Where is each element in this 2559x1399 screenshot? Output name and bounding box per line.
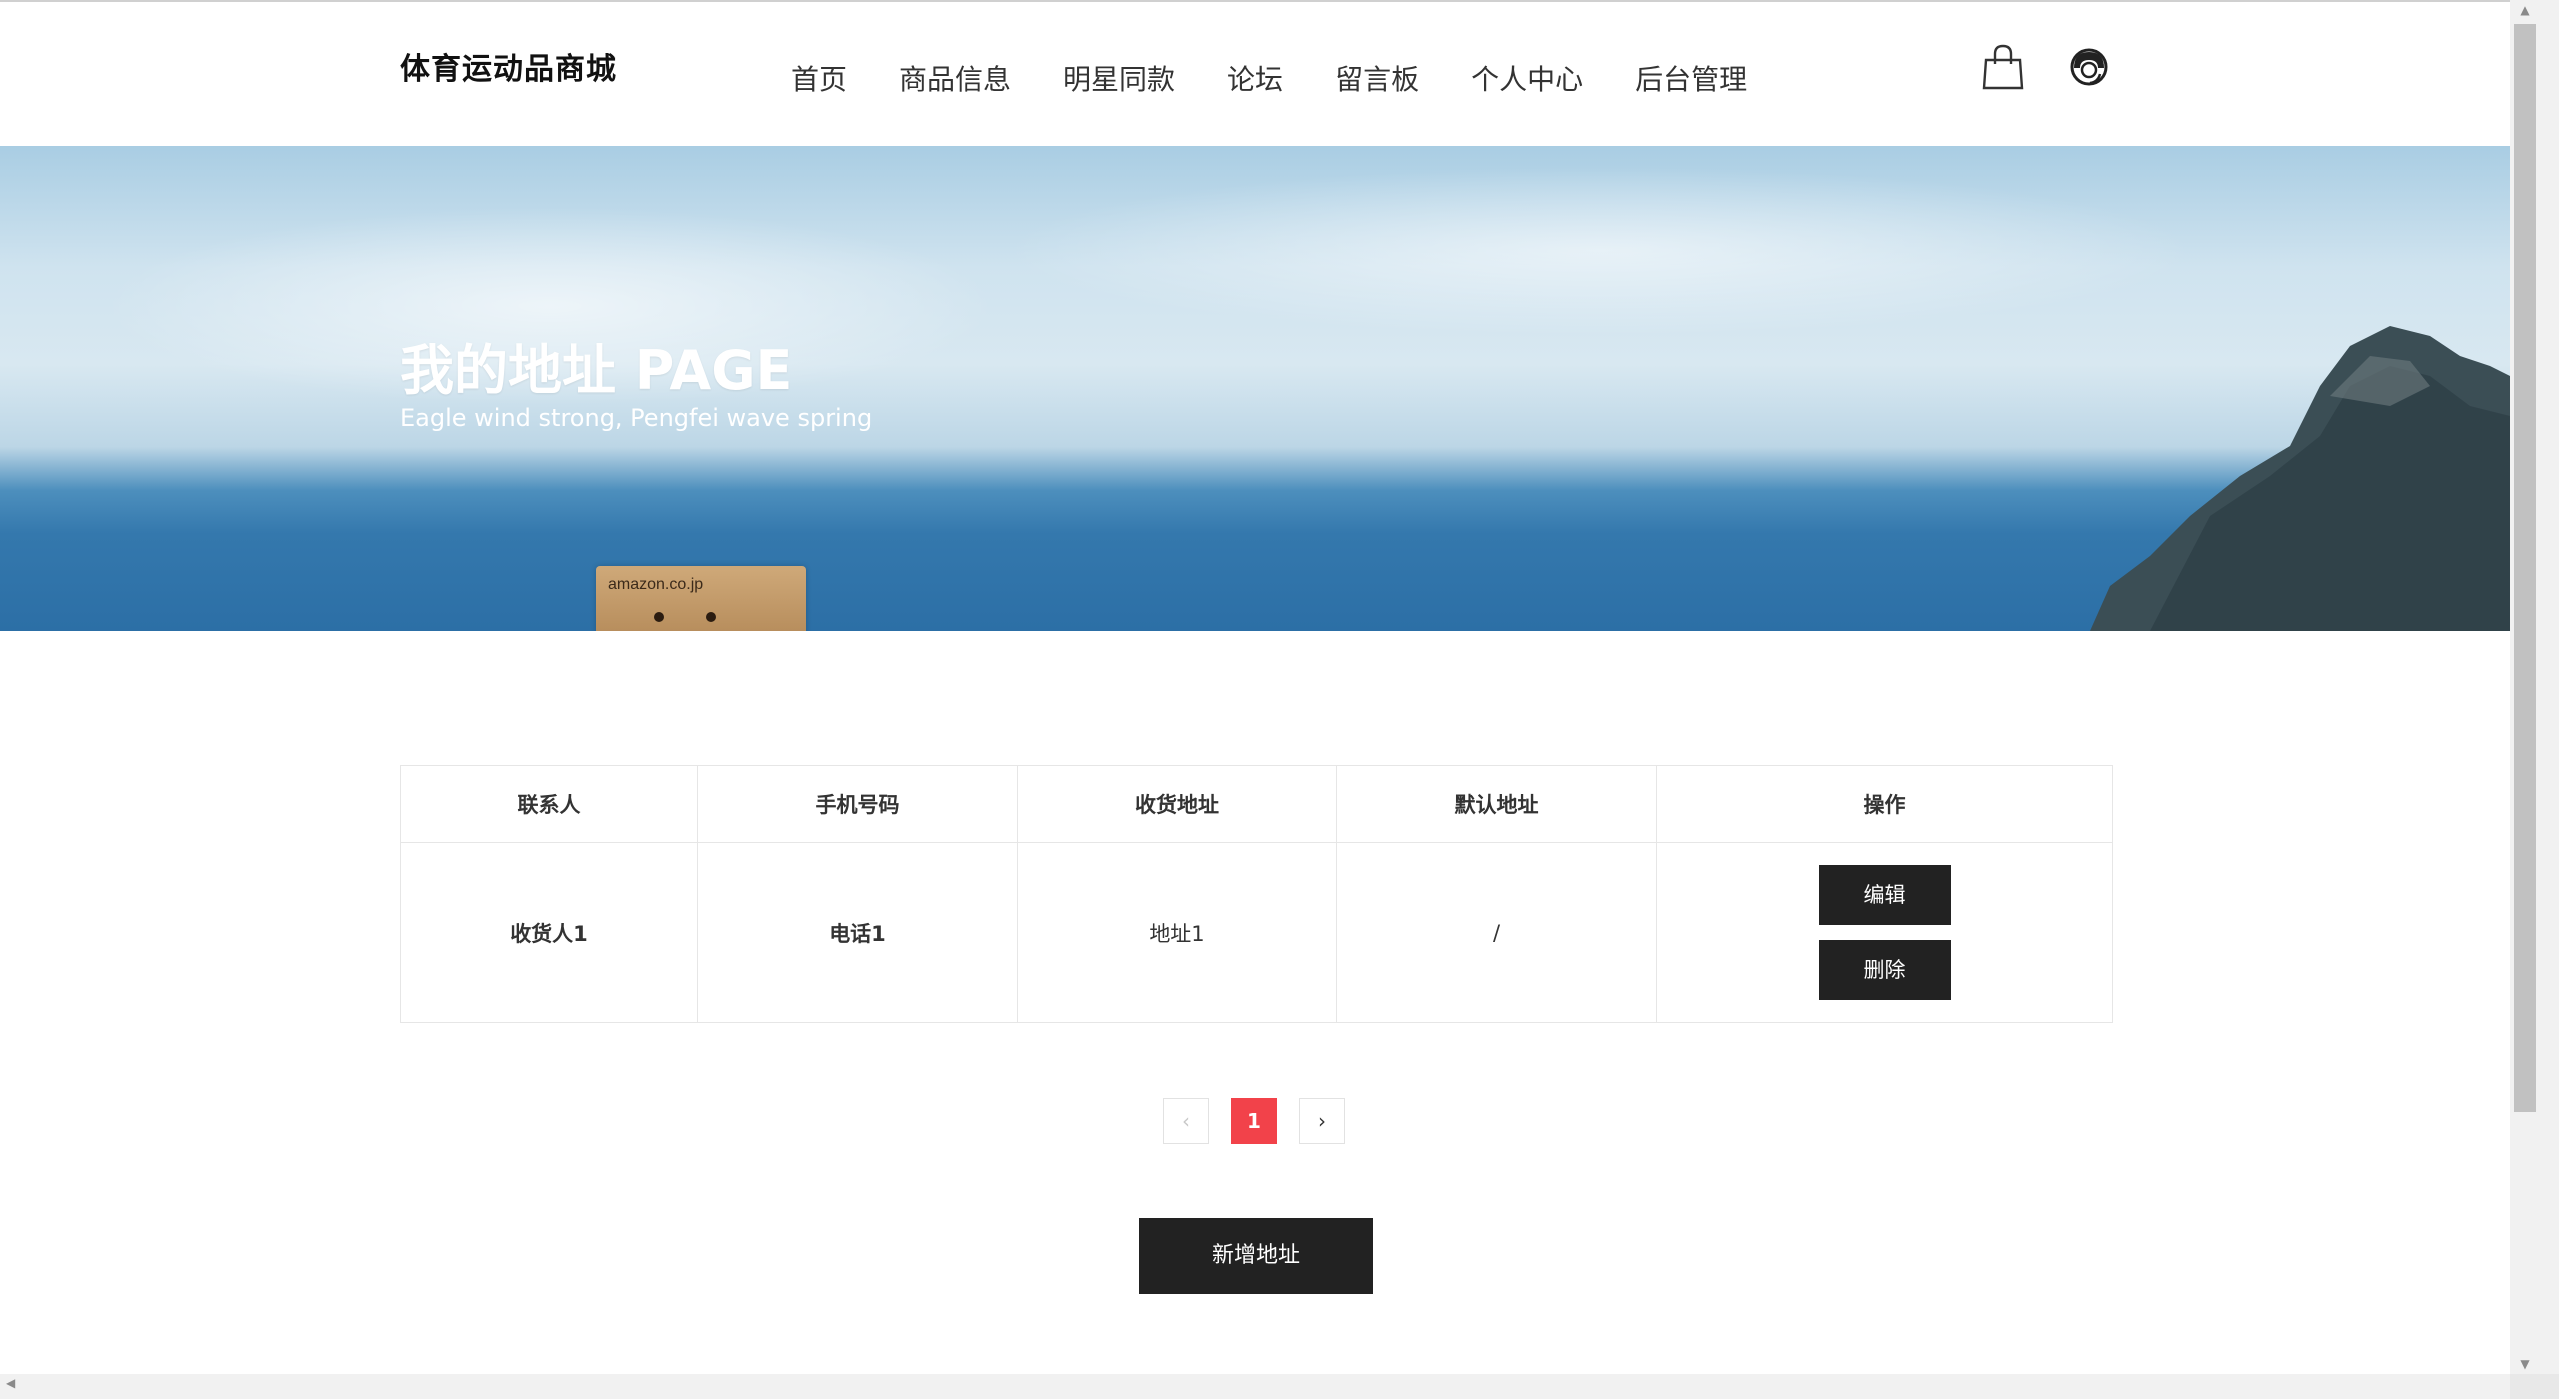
main-nav: 首页 商品信息 明星同款 论坛 留言板 个人中心 后台管理 — [791, 58, 1799, 98]
viewport: 体育运动品商城 首页 商品信息 明星同款 论坛 留言板 个人中心 后台管理 am… — [0, 0, 2510, 1374]
address-table-wrapper: 联系人 手机号码 收货地址 默认地址 操作 收货人1 电话1 地址1 / 编辑 … — [400, 765, 2113, 1023]
prev-page-button[interactable]: ‹ — [1163, 1098, 1209, 1144]
edit-button[interactable]: 编辑 — [1818, 865, 1951, 925]
column-header-default: 默认地址 — [1336, 765, 1657, 843]
hero-cliff-image — [2090, 326, 2510, 631]
scrollbar-corner — [2510, 1374, 2559, 1399]
next-page-button[interactable]: › — [1299, 1098, 1345, 1144]
hero-cloud — [1000, 166, 2200, 336]
delete-button[interactable]: 删除 — [1818, 940, 1951, 1000]
nav-item-admin[interactable]: 后台管理 — [1635, 58, 1747, 98]
cell-default: / — [1336, 842, 1657, 1023]
box-label: amazon.co.jp — [608, 576, 704, 593]
nav-item-celebrity[interactable]: 明星同款 — [1063, 58, 1175, 98]
page-subtitle: Eagle wind strong, Pengfei wave spring — [400, 404, 873, 432]
pagination: ‹ 1 › — [1163, 1098, 1367, 1144]
box-eye — [706, 612, 716, 622]
nav-item-home[interactable]: 首页 — [791, 58, 847, 98]
cell-address: 地址1 — [1017, 842, 1337, 1023]
column-header-address: 收货地址 — [1017, 765, 1337, 843]
scroll-left-icon[interactable]: ◀ — [6, 1376, 15, 1390]
add-address-button[interactable]: 新增地址 — [1139, 1218, 1373, 1294]
cell-contact: 收货人1 — [400, 842, 698, 1023]
scrollbar-thumb[interactable] — [2514, 24, 2536, 1112]
cell-phone: 电话1 — [697, 842, 1018, 1023]
column-header-actions: 操作 — [1656, 765, 2113, 843]
hero-banner: amazon.co.jp 我的地址 PAGE Eagle wind strong… — [0, 146, 2510, 631]
address-table: 联系人 手机号码 收货地址 默认地址 操作 收货人1 电话1 地址1 / 编辑 … — [400, 765, 2113, 1023]
nav-item-products[interactable]: 商品信息 — [899, 58, 1011, 98]
column-header-contact: 联系人 — [400, 765, 698, 843]
column-header-phone: 手机号码 — [697, 765, 1018, 843]
scroll-up-icon[interactable]: ▲ — [2512, 0, 2538, 20]
horizontal-scrollbar[interactable]: ◀ — [0, 1374, 2510, 1399]
vertical-scrollbar[interactable]: ▲ ▼ — [2510, 0, 2559, 1374]
cell-actions: 编辑 删除 — [1656, 842, 2113, 1023]
table-row: 收货人1 电话1 地址1 / 编辑 删除 — [400, 842, 2113, 1023]
table-header-row: 联系人 手机号码 收货地址 默认地址 操作 — [400, 765, 2113, 843]
page-number-button[interactable]: 1 — [1231, 1098, 1277, 1144]
brand-logo[interactable]: 体育运动品商城 — [400, 44, 617, 88]
page-title: 我的地址 PAGE — [400, 339, 793, 402]
nav-item-forum[interactable]: 论坛 — [1227, 58, 1283, 98]
customer-service-icon[interactable] — [2068, 46, 2110, 88]
nav-item-messages[interactable]: 留言板 — [1335, 58, 1419, 98]
scroll-down-icon[interactable]: ▼ — [2512, 1354, 2538, 1374]
nav-item-personal[interactable]: 个人中心 — [1471, 58, 1583, 98]
header: 体育运动品商城 首页 商品信息 明星同款 论坛 留言板 个人中心 后台管理 — [0, 2, 2510, 146]
box-eye — [654, 612, 664, 622]
hero-box-image: amazon.co.jp — [596, 566, 806, 631]
shopping-bag-icon[interactable] — [1980, 44, 2026, 90]
